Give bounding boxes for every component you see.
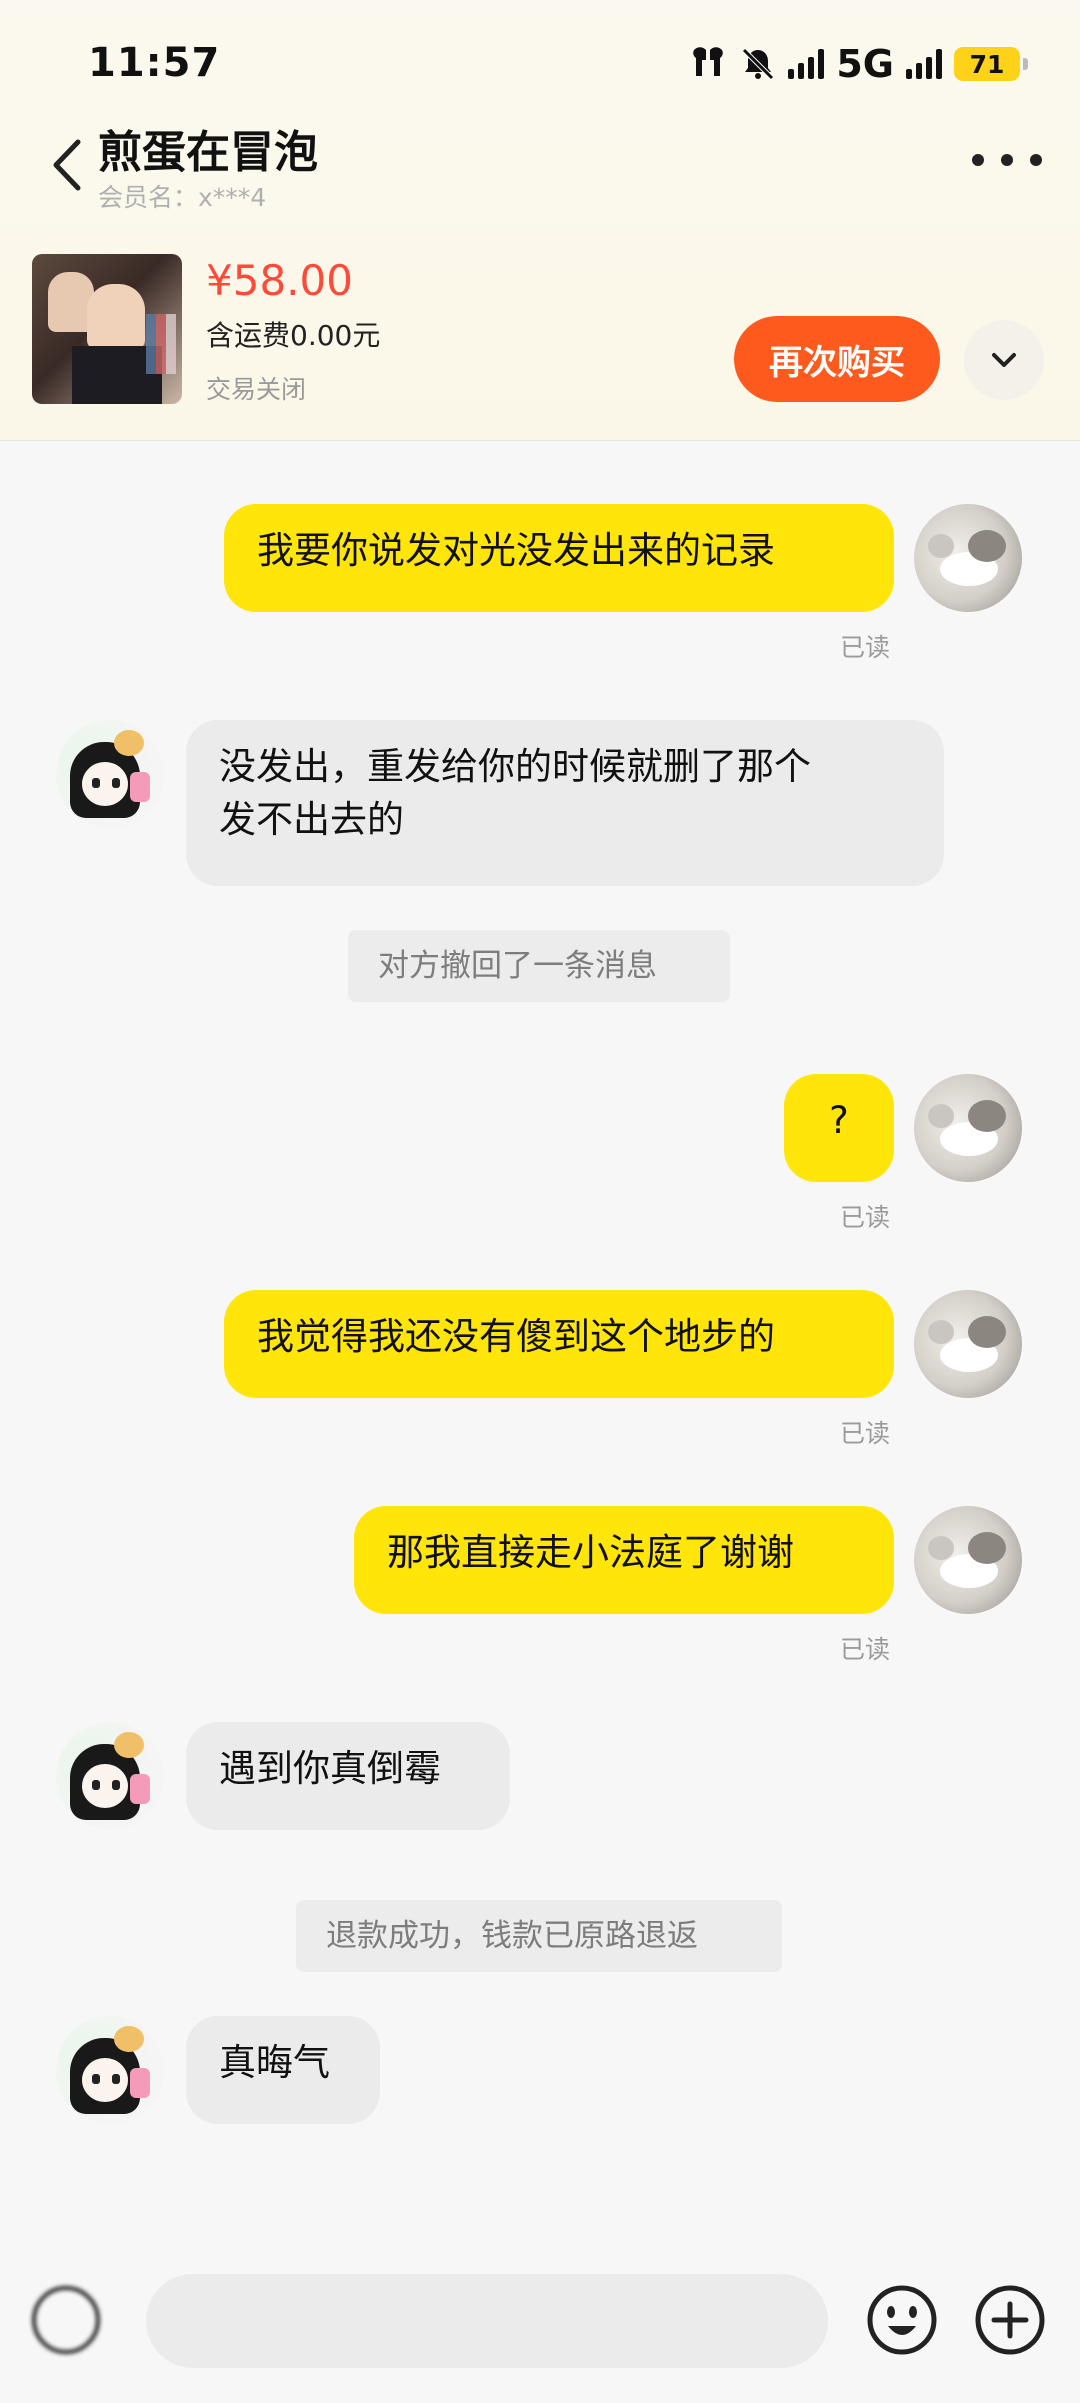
chevron-left-icon[interactable] — [44, 130, 94, 200]
read-receipt: 已读 — [840, 1635, 891, 1664]
product-thumbnail[interactable] — [32, 254, 182, 404]
signal-icon — [788, 49, 825, 79]
order-price: ¥58.00 — [206, 256, 353, 305]
system-notice: 对方撤回了一条消息 — [348, 930, 730, 1002]
network-type: 5G — [836, 42, 894, 86]
plus-icon[interactable] — [974, 2284, 1046, 2356]
my-avatar[interactable] — [914, 1506, 1022, 1614]
my-message-bubble[interactable]: ? — [784, 1074, 894, 1182]
emoji-icon[interactable] — [866, 2284, 938, 2356]
read-receipt: 已读 — [840, 1419, 891, 1448]
read-receipt: 已读 — [840, 1203, 891, 1232]
earbuds-icon — [693, 47, 724, 76]
member-name: 会员名：x***4 — [98, 183, 267, 212]
message-input[interactable] — [146, 2274, 828, 2368]
seller-avatar[interactable] — [56, 1722, 164, 1830]
voice-icon[interactable] — [32, 2286, 100, 2354]
chat-title: 煎蛋在冒泡 — [98, 127, 318, 178]
my-message-bubble[interactable]: 我觉得我还没有傻到这个地步的 — [224, 1290, 894, 1398]
my-avatar[interactable] — [914, 1074, 1022, 1182]
read-receipt: 已读 — [840, 633, 891, 662]
my-avatar[interactable] — [914, 1290, 1022, 1398]
my-avatar[interactable] — [914, 504, 1022, 612]
message-line: 发不出去的 — [219, 798, 404, 841]
seller-avatar[interactable] — [56, 2016, 164, 2124]
signal-icon-2 — [906, 49, 942, 79]
their-message-bubble[interactable]: 真晦气 — [186, 2016, 380, 2124]
their-message-bubble[interactable]: 没发出，重发给你的时候就删了那个 发不出去的 — [186, 720, 944, 886]
status-icons: 5G 71 — [688, 42, 1028, 86]
seller-avatar[interactable] — [56, 720, 164, 828]
trade-status: 交易关闭 — [206, 375, 307, 404]
battery-icon: 71 — [954, 47, 1028, 81]
their-message-bubble[interactable]: 遇到你真倒霉 — [186, 1722, 510, 1830]
my-message-bubble[interactable]: 那我直接走小法庭了谢谢 — [354, 1506, 894, 1614]
shipping-fee: 含运费0.00元 — [206, 319, 381, 352]
more-icon[interactable] — [972, 140, 1042, 180]
refund-notice: 退款成功，钱款已原路退返 — [296, 1900, 782, 1972]
status-time: 11:57 — [88, 40, 221, 86]
expand-button[interactable] — [964, 320, 1044, 400]
battery-level: 71 — [969, 49, 1005, 79]
mute-bell-icon — [742, 48, 775, 80]
my-message-bubble[interactable]: 我要你说发对光没发出来的记录 — [224, 504, 894, 612]
message-line: 没发出，重发给你的时候就删了那个 — [219, 745, 811, 788]
rebuy-button[interactable]: 再次购买 — [734, 316, 940, 402]
chevron-down-icon — [992, 353, 1016, 367]
